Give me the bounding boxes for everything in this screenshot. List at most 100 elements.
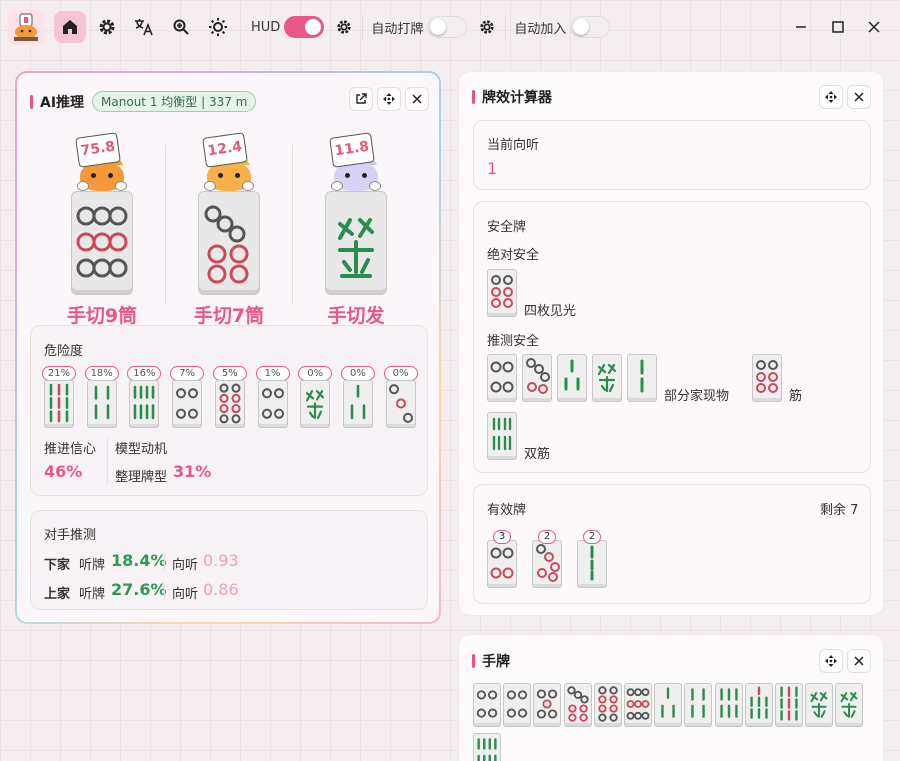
danger-tile: 0% [383, 366, 418, 428]
translate-button[interactable] [128, 11, 160, 43]
gear-icon [337, 20, 351, 34]
recommendation-3[interactable]: 11.8 手切发 [306, 132, 406, 328]
count-badge: 2 [583, 530, 601, 544]
zoom-in-icon [173, 19, 189, 35]
auto-discard-toggle[interactable] [427, 16, 468, 38]
count-badge: 2 [538, 530, 556, 544]
move-handle-button[interactable] [377, 87, 401, 111]
app-logo-icon [8, 9, 44, 45]
home-button[interactable] [54, 11, 86, 43]
effective-title: 有效牌 [487, 503, 527, 518]
danger-tile: 7% [170, 366, 205, 428]
hand-tile-9-sou[interactable] [775, 683, 803, 727]
inferred-safe-note: 部分家现物 [664, 389, 730, 404]
danger-percent: 5% [212, 366, 247, 381]
hand-tile-green-dragon[interactable] [805, 683, 834, 727]
danger-tile: 5% [212, 366, 247, 428]
recommendation-label: 手切7筒 [193, 305, 265, 327]
divider [164, 582, 165, 600]
minimize-button[interactable] [786, 12, 816, 42]
count-badge: 3 [493, 530, 511, 544]
tile-8-sou [129, 380, 160, 428]
tenpai-label: 听牌 [79, 558, 106, 573]
recommendation-1[interactable]: 75.8 手切9筒 [52, 132, 152, 328]
maximize-button[interactable] [823, 12, 853, 42]
hand-tile-4-pin[interactable] [503, 683, 532, 727]
settings-button[interactable] [91, 11, 123, 43]
danger-percent: 0% [340, 366, 375, 381]
danger-percent: 18% [84, 366, 119, 381]
tile-4-pin [487, 540, 517, 588]
divider [292, 145, 293, 305]
hud-settings-button[interactable] [332, 15, 356, 39]
auto-discard-label: 自动打牌 [371, 21, 424, 37]
search-button[interactable] [165, 11, 197, 43]
absolute-safe-label: 绝对安全 [487, 248, 540, 263]
tile-3-sou [557, 354, 587, 402]
hand-tile-9-pin[interactable] [624, 683, 652, 727]
gear-icon [99, 19, 115, 35]
calc-panel-header: 牌效计算器 [472, 87, 552, 107]
close-panel-button[interactable] [847, 85, 871, 109]
move-handle-button[interactable] [819, 85, 843, 109]
danger-tile: 0% [340, 366, 375, 428]
tile-3-pin [385, 380, 416, 428]
danger-percent: 1% [255, 366, 290, 381]
recommendation-2[interactable]: 12.4 手切7筒 [179, 132, 279, 328]
auto-join-toggle[interactable] [570, 16, 611, 38]
tile-2-sou [627, 354, 657, 402]
hand-panel: 手牌 [458, 634, 884, 761]
hand-tile-7-sou[interactable] [744, 683, 773, 727]
hand-tile-3-sou[interactable] [654, 683, 683, 727]
tile-7-pin [198, 191, 260, 295]
auto-join-label: 自动加入 [514, 21, 567, 37]
sun-icon [209, 18, 227, 36]
divider [362, 15, 364, 39]
auto-discard-settings-button[interactable] [475, 15, 499, 39]
danger-tile: 1% [255, 366, 290, 428]
popout-button[interactable] [349, 87, 373, 111]
score-card: 11.8 [329, 132, 375, 168]
hand-tile-8-pin[interactable] [593, 683, 622, 727]
divider [165, 145, 166, 305]
theme-button[interactable] [202, 11, 234, 43]
hand-tile-green-dragon[interactable] [835, 683, 864, 727]
hand-tile-4-pin[interactable] [473, 683, 501, 727]
hand-tile-6-sou[interactable] [714, 683, 743, 727]
danger-percent: 0% [298, 366, 333, 381]
efficiency-calculator-panel: 牌效计算器 当前向听 1 安全牌 绝对安全 四枚见光 推测安全 部分家现物 筋 … [458, 71, 884, 616]
recommendation-label: 手切发 [327, 305, 385, 327]
close-panel-button[interactable] [405, 87, 429, 111]
model-pill: Manout 1 均衡型 | 337 m [92, 91, 257, 112]
tile-green-dragon [592, 354, 622, 402]
divider [107, 438, 108, 484]
minimize-icon [796, 26, 806, 28]
ai-inference-panel: AI推理 Manout 1 均衡型 | 337 m 75.8 手切9筒 12.4… [15, 71, 441, 624]
cat-mascot-icon: 12.4 [194, 132, 264, 199]
tile-8-sou [487, 412, 517, 460]
opponent-section: 对手推测 下家 听牌 18.4% 向听 0.93 上家 听牌 27.6% 向听 … [30, 510, 428, 610]
score-card: 12.4 [202, 132, 248, 168]
hand-tile-5-pin[interactable] [533, 683, 562, 727]
close-window-button[interactable] [859, 12, 889, 42]
hand-tile-4-sou[interactable] [684, 683, 713, 727]
safe-tile-section: 安全牌 绝对安全 四枚见光 推测安全 部分家现物 筋 双筋 [473, 201, 871, 473]
hud-toggle[interactable] [284, 16, 325, 38]
danger-tile: 16% [127, 366, 162, 428]
confidence-label: 推进信心 [44, 442, 97, 457]
suji-note: 筋 [789, 389, 803, 404]
close-panel-button[interactable] [847, 649, 871, 673]
move-handle-button[interactable] [819, 649, 843, 673]
home-icon [63, 20, 77, 34]
danger-percent: 16% [127, 366, 162, 381]
tile-4-pin [257, 380, 288, 428]
danger-title: 危险度 [44, 344, 84, 359]
shanten-label: 向听 [172, 558, 199, 573]
danger-tile: 0% [298, 366, 333, 428]
hand-tile-7-pin[interactable] [563, 683, 592, 727]
tile-5-pin [532, 540, 562, 588]
hand-tile-8-sou[interactable] [473, 733, 501, 761]
remaining-count: 剩余 7 [820, 503, 859, 518]
confidence-value: 46% [44, 462, 83, 481]
effective-tile-section: 有效牌 剩余 7 3 2 2 [473, 484, 871, 604]
